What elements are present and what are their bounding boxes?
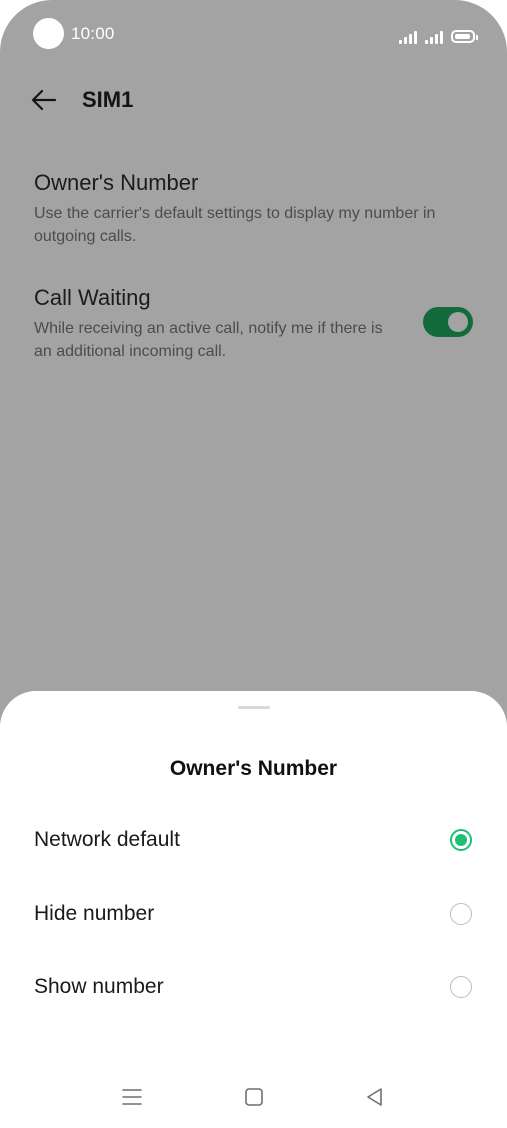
setting-title: Owner's Number — [34, 170, 199, 195]
option-label: Network default — [34, 828, 180, 851]
signal-icon — [399, 28, 417, 44]
option-hide-number[interactable]: Hide number — [0, 886, 507, 942]
option-show-number[interactable]: Show number — [0, 959, 507, 1015]
sheet-drag-handle[interactable] — [238, 706, 270, 709]
nav-back-button[interactable] — [362, 1084, 388, 1110]
sheet-title: Owner's Number — [169, 757, 338, 780]
radio-selected-icon[interactable] — [450, 829, 472, 851]
option-label: Show number — [34, 975, 164, 998]
radio-unselected-icon[interactable] — [450, 903, 472, 925]
call-waiting-toggle[interactable] — [423, 307, 473, 337]
setting-description: While receiving an active call, notify m… — [34, 320, 383, 360]
option-label: Hide number — [34, 902, 155, 925]
recent-apps-button[interactable] — [119, 1084, 145, 1110]
back-button[interactable] — [28, 84, 60, 116]
page-title: SIM1 — [82, 87, 134, 112]
bottom-sheet: Owner's Number Network default Hide numb… — [0, 691, 507, 1128]
status-bar: 10:00 — [0, 0, 507, 68]
back-triangle-icon — [367, 1088, 382, 1106]
signal-icon — [425, 28, 443, 44]
arrow-left-icon — [31, 89, 57, 111]
status-icons — [399, 24, 478, 44]
home-square-icon — [245, 1088, 263, 1106]
status-time: 10:00 — [71, 24, 115, 43]
phone-screen: 10:00 SIM1 Owner's Number Use the carrie… — [0, 0, 507, 1128]
camera-cutout — [33, 18, 64, 49]
radio-unselected-icon[interactable] — [450, 976, 472, 998]
home-button[interactable] — [241, 1084, 267, 1110]
toggle-knob — [448, 312, 468, 332]
menu-icon — [122, 1089, 142, 1105]
setting-description: Use the carrier's default settings to di… — [34, 205, 436, 245]
option-network-default[interactable]: Network default — [0, 812, 507, 868]
setting-title: Call Waiting — [34, 285, 151, 310]
setting-owners-number[interactable]: Owner's Number Use the carrier's default… — [34, 170, 474, 248]
setting-call-waiting[interactable]: Call Waiting While receiving an active c… — [34, 285, 399, 363]
battery-icon — [451, 30, 478, 43]
